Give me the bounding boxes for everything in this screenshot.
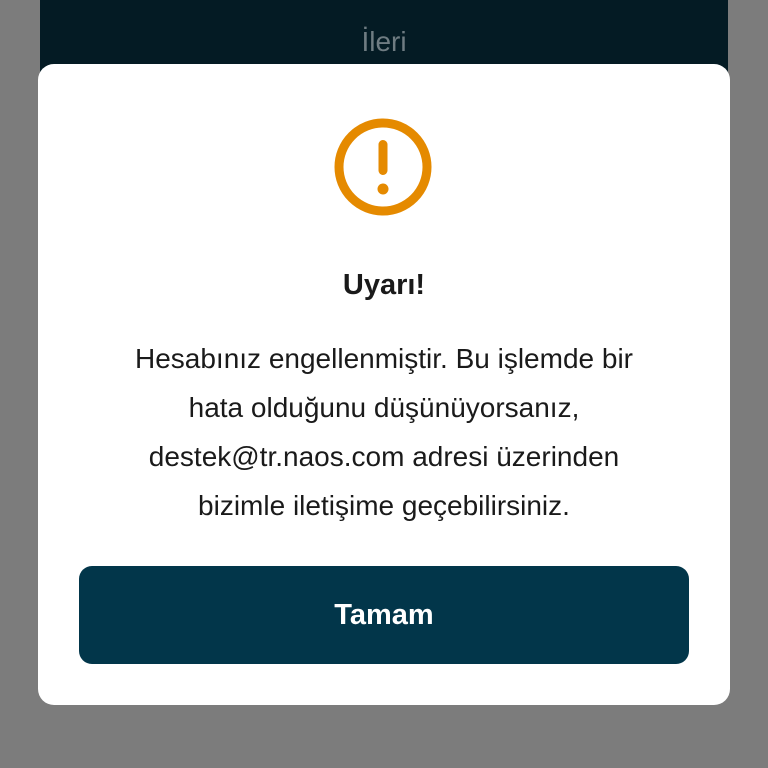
- dialog-title: Uyarı!: [342, 269, 426, 301]
- exclamation-circle-icon: [334, 118, 432, 216]
- dialog-message-line: Hesabınız engellenmiştir. Bu işlemde bir: [134, 343, 633, 374]
- ok-button[interactable]: Tamam: [79, 566, 689, 664]
- dialog-message-line: hata olduğunu düşünüyorsanız,: [188, 392, 580, 423]
- screen: İleri Uyarı! Hesabınız engellenmiştir. B…: [0, 0, 768, 768]
- next-button-label: İleri: [361, 26, 407, 57]
- dialog-message: Hesabınız engellenmiştir. Bu işlemde bir…: [78, 334, 690, 530]
- warning-dialog: Uyarı! Hesabınız engellenmiştir. Bu işle…: [38, 64, 730, 705]
- dialog-message-line: destek@tr.naos.com adresi üzerinden: [148, 441, 620, 472]
- dialog-message-line: bizimle iletişime geçebilirsiniz.: [198, 490, 570, 521]
